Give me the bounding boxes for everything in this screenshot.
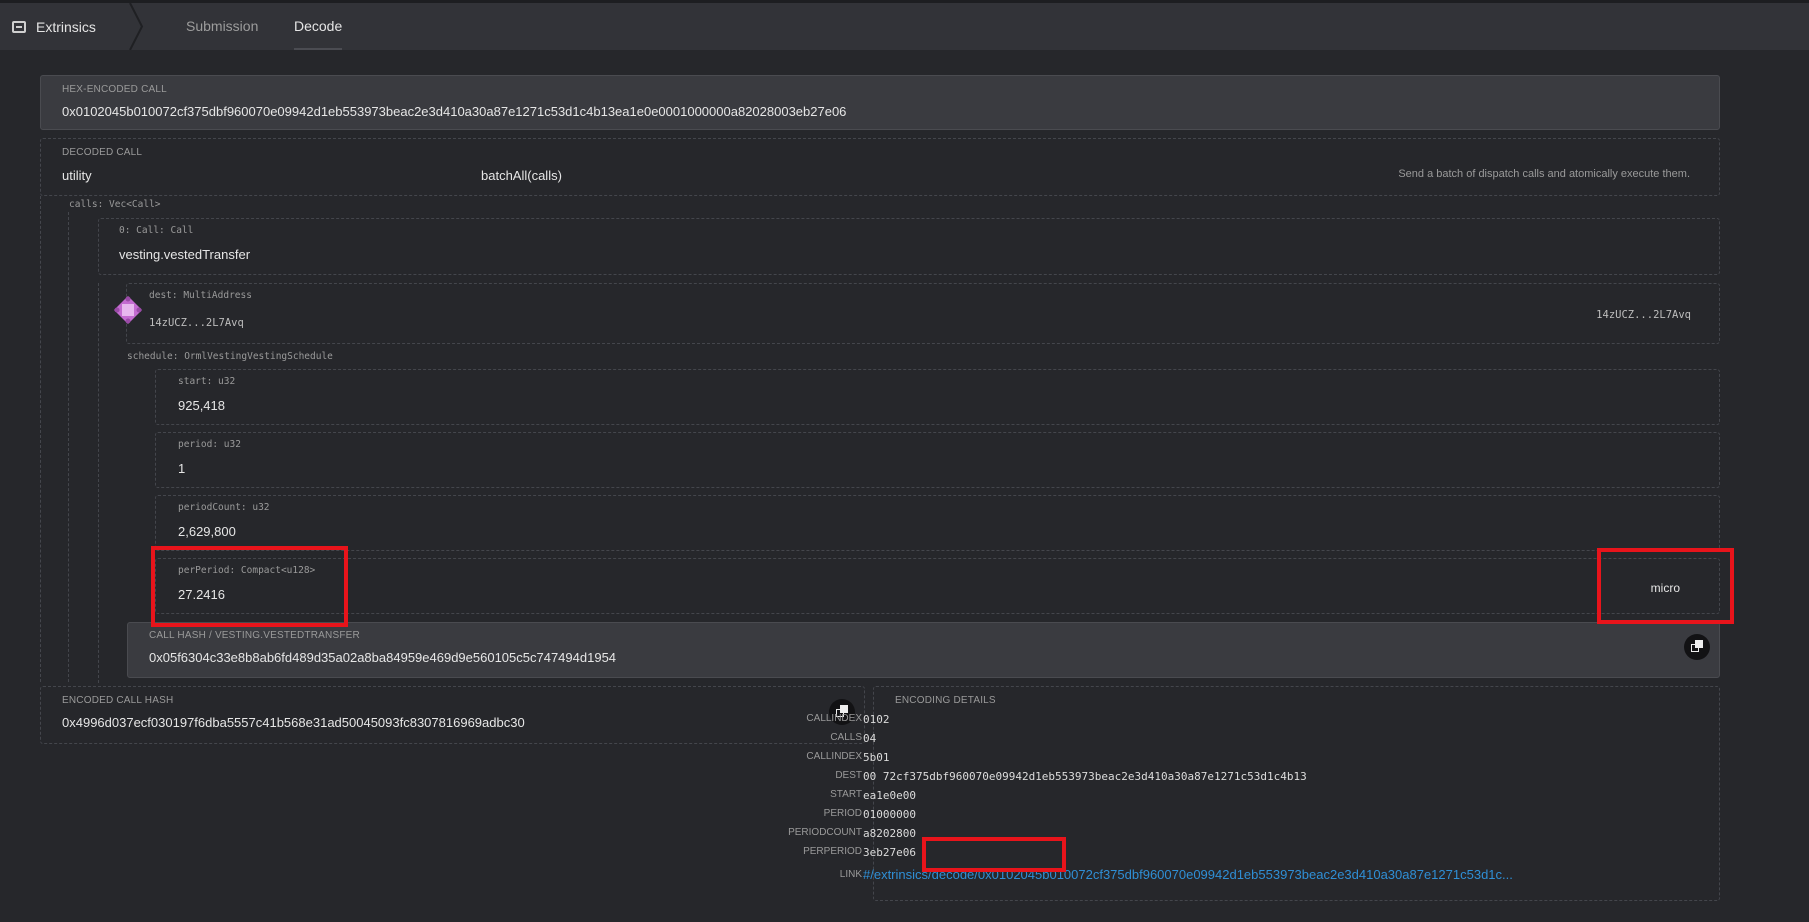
tree-line [98,283,99,683]
period-field[interactable]: period: u32 1 [155,432,1720,488]
encoded-call-hash-label: ENCODED CALL HASH [62,695,174,706]
calls-label: calls: Vec<Call> [69,199,161,210]
call-hash-label: CALL HASH / VESTING.VESTEDTRANSFER [149,630,360,641]
decoded-call-label: DECODED CALL [62,147,143,158]
dest-label: dest: MultiAddress [149,290,252,301]
hex-encoded-call-value: 0x0102045b010072cf375dbf960070e09942d1eb… [62,104,847,119]
copy-call-hash-button[interactable] [1684,634,1710,660]
hex-encoded-call-field[interactable]: HEX-ENCODED CALL 0x0102045b010072cf375db… [40,75,1720,130]
period-count-value: 2,629,800 [178,524,236,539]
encoding-row-period-count: PERIODCOUNT a8202800 [788,827,916,840]
tree-line [40,196,41,682]
call-item-0-value: vesting.vestedTransfer [119,247,251,262]
decoded-call-section: utility [62,168,92,183]
call-item-0-field: 0: Call: Call vesting.vestedTransfer [98,218,1720,275]
decoded-call-description: Send a batch of dispatch calls and atomi… [1398,168,1690,180]
highlight-box-per-period-encoding [922,837,1066,872]
extrinsics-icon [12,20,26,33]
call-hash-field[interactable]: CALL HASH / VESTING.VESTEDTRANSFER 0x05f… [127,622,1720,678]
period-count-label: periodCount: u32 [178,502,270,513]
encoding-row-dest: DEST 00 72cf375dbf960070e09942d1eb553973… [835,770,1307,783]
encoding-row-link: LINK #/extrinsics/decode/0x0102045b01007… [839,867,1513,882]
encoding-details-label: ENCODING DETAILS [895,695,996,706]
encoding-row-per-period: PERPERIOD 3eb27e06 [803,846,916,859]
start-value: 925,418 [178,398,225,413]
highlight-box-per-period [151,546,348,627]
tree-line [68,212,69,682]
app-title-label: Extrinsics [36,18,96,35]
top-nav-bar: Extrinsics Submission Decode [0,0,1809,50]
encoding-row-callindex: CALLINDEX 0102 [806,713,890,726]
decoded-call-method: batchAll(calls) [481,168,562,183]
schedule-label: schedule: OrmlVestingVestingSchedule [127,351,333,362]
app-title[interactable]: Extrinsics [12,3,96,50]
encoded-call-hash-field[interactable]: ENCODED CALL HASH 0x4996d037ecf030197f6d… [40,686,865,744]
breadcrumb-chevron-icon [129,3,144,50]
period-label: period: u32 [178,439,241,450]
tab-decode[interactable]: Decode [294,3,343,50]
dest-address: 14zUCZ...2L7Avq [149,317,244,329]
identicon-icon[interactable] [113,295,143,325]
dest-address-right: 14zUCZ...2L7Avq [1596,309,1691,321]
call-hash-value: 0x05f6304c33e8b8ab6fd489d35a02a8ba84959e… [149,650,617,665]
encoding-row-callindex-2: CALLINDEX 5b01 [806,751,890,764]
call-item-0-label: 0: Call: Call [119,225,194,236]
start-field[interactable]: start: u32 925,418 [155,369,1720,425]
dest-field[interactable]: dest: MultiAddress 14zUCZ...2L7Avq 14zUC… [126,283,1720,344]
per-period-field[interactable]: perPeriod: Compact<u128> 27.2416 micro [155,558,1720,614]
hex-encoded-call-label: HEX-ENCODED CALL [62,84,167,95]
encoding-row-period: PERIOD 01000000 [823,808,916,821]
period-value: 1 [178,461,186,476]
tab-submission[interactable]: Submission [186,3,258,50]
period-count-field[interactable]: periodCount: u32 2,629,800 [155,495,1720,551]
encoding-row-calls: CALLS 04 [830,732,877,745]
encoded-call-hash-value: 0x4996d037ecf030197f6dba5557c41b568e31ad… [62,715,525,730]
decoded-call-field: DECODED CALL utility batchAll(calls) Sen… [40,138,1720,196]
highlight-box-unit [1597,548,1734,624]
encoding-row-start: START ea1e0e00 [830,789,916,802]
start-label: start: u32 [178,376,236,387]
